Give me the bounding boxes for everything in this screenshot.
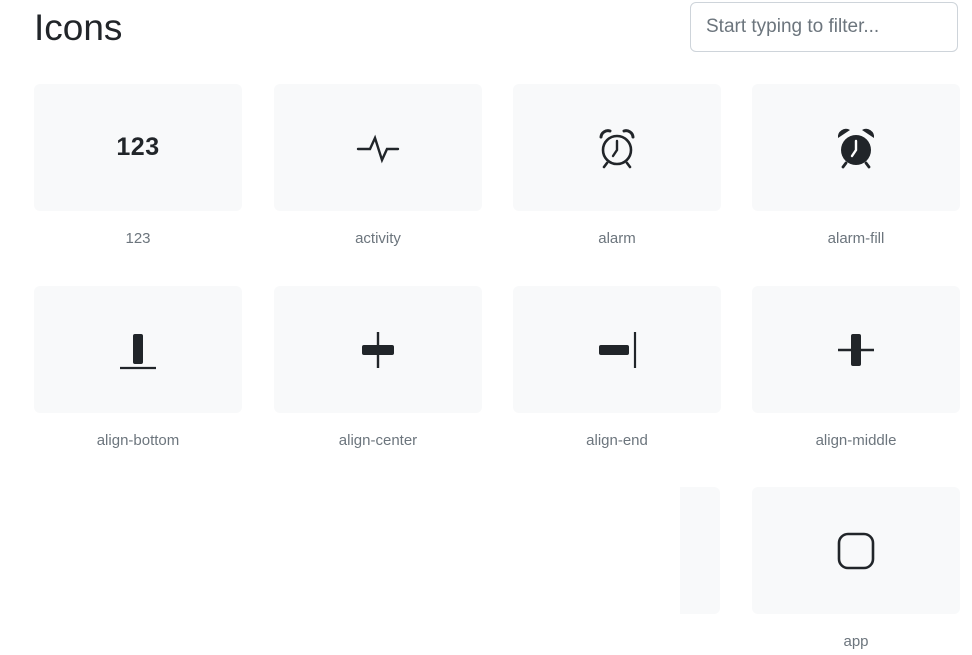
icon-tile[interactable]	[752, 84, 960, 211]
icon-label: align-bottom	[96, 432, 180, 449]
icon-tile[interactable]	[274, 286, 482, 413]
icon-tile[interactable]	[752, 487, 960, 614]
icon-card-align-end[interactable]: align-end	[513, 286, 721, 451]
icon-tile-partial[interactable]	[680, 487, 720, 614]
icon-card-activity[interactable]: activity	[274, 84, 482, 249]
page-title: Icons	[34, 7, 123, 48]
icon-card-align-bottom[interactable]: align-bottom	[34, 286, 242, 451]
icon-card-123[interactable]: 123 123	[34, 84, 242, 249]
align-middle-icon	[838, 333, 874, 366]
icon-card-app[interactable]: app	[752, 487, 960, 652]
icon-label: align-center	[338, 432, 418, 449]
icon-label: align-middle	[815, 432, 897, 449]
alarm-fill-icon	[837, 128, 875, 168]
icon-tile[interactable]	[513, 286, 721, 413]
icon-tile[interactable]	[752, 286, 960, 413]
icon-tile[interactable]: 123	[34, 84, 242, 211]
icon-tile[interactable]	[274, 84, 482, 211]
filter-input[interactable]	[690, 2, 958, 52]
icon-tile[interactable]	[513, 84, 721, 211]
alarm-icon	[599, 128, 635, 168]
activity-icon	[356, 134, 400, 163]
icon-label: activity	[355, 230, 401, 247]
123-icon: 123	[116, 133, 160, 161]
icon-tile[interactable]	[34, 286, 242, 413]
app-icon	[837, 532, 875, 569]
align-center-icon	[362, 331, 394, 368]
icon-label: align-end	[586, 432, 648, 449]
icon-label: 123	[125, 230, 151, 247]
icon-card-align-center[interactable]: align-center	[274, 286, 482, 451]
icons-page: Icons 123 123 activity	[0, 0, 972, 655]
icon-label: app	[843, 633, 869, 650]
icon-card-alarm-fill[interactable]: alarm-fill	[752, 84, 960, 249]
icon-label: alarm-fill	[827, 230, 885, 247]
align-bottom-icon	[120, 333, 156, 369]
icon-card-align-middle[interactable]: align-middle	[752, 286, 960, 451]
icon-card-alarm[interactable]: alarm	[513, 84, 721, 249]
align-end-icon	[599, 331, 637, 368]
icon-label: alarm	[598, 230, 636, 247]
